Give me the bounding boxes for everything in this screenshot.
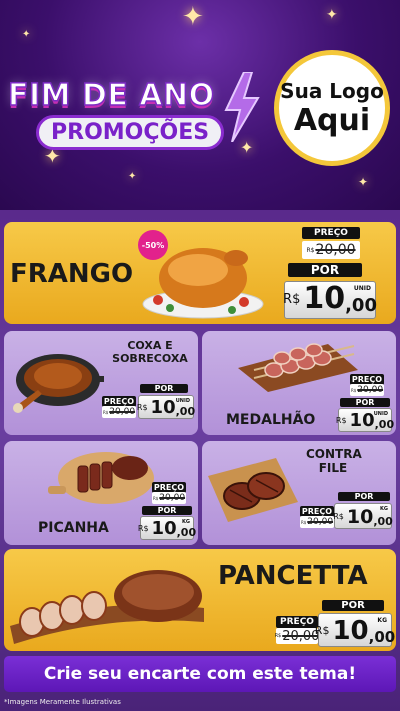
current-price: R$ 10 ,00 KG (137, 516, 197, 540)
current-price: R$ 10 ,00 UNID (283, 281, 377, 319)
currency-label: R$ (314, 623, 330, 637)
preco-label: PREÇO (302, 227, 360, 239)
discount-badge: -50% (138, 230, 168, 260)
product-name-line-2: FILE (318, 460, 348, 475)
price-integer: 10 (151, 518, 177, 539)
old-price-value: 20,00 (315, 242, 356, 258)
sparkle-icon: ✦ (22, 29, 31, 40)
lightning-bolt-icon (224, 72, 260, 142)
picanha-board-image (48, 452, 154, 504)
currency-label: R$ (136, 402, 148, 412)
header-banner: ✦ ✦ ✦ ✦ ✦ ✦ ✦ FIM DE ANO PROMOÇÕES Sua L… (0, 0, 400, 210)
title-line-2: PROMOÇÕES (36, 115, 225, 150)
currency-label: R$ (283, 291, 301, 307)
product-name: CONTRA FILE (306, 447, 362, 476)
sparkle-icon: ✦ (182, 2, 204, 32)
sparkle-icon: ✦ (358, 175, 369, 189)
product-name-line-2: SOBRECOXA (112, 351, 188, 365)
product-name-line-1: COXA E (127, 339, 173, 352)
old-price: R$ 20,00 (300, 516, 334, 528)
old-price: R$ 20,00 (350, 384, 384, 396)
unit-label: UNID (175, 398, 190, 404)
por-label: POR (338, 492, 390, 501)
preco-label: PREÇO (276, 616, 318, 628)
chicken-leg-pan-image (13, 354, 104, 413)
old-price: R$ 20,00 (274, 628, 319, 644)
price-integer: 10 (303, 281, 346, 316)
old-price-value: 20,00 (109, 407, 136, 417)
old-price-value: 20,00 (357, 385, 384, 395)
unit-label: KG (377, 617, 387, 624)
por-label: POR (288, 263, 362, 277)
price-integer: 10 (349, 410, 375, 431)
current-price: R$ 10 ,00 UNID (136, 395, 196, 419)
unit-label: KG (380, 506, 388, 512)
price-decimal: ,00 (345, 295, 377, 316)
currency-label: R$ (333, 511, 344, 521)
currency-label: R$ (350, 387, 357, 393)
price-integer: 10 (332, 616, 369, 646)
old-price-value: 20,00 (307, 517, 334, 527)
price-decimal: ,00 (374, 418, 395, 431)
logo-placeholder: Sua Logo Aqui (274, 50, 390, 166)
current-price: R$ 10 ,00 KG (314, 613, 395, 647)
price-decimal: ,00 (368, 628, 396, 646)
steak-board-image (208, 458, 298, 522)
old-price: R$ 20,00 (102, 406, 136, 418)
price-decimal: ,00 (175, 405, 196, 418)
currency-label: R$ (137, 523, 149, 533)
unit-label: UNID (353, 285, 371, 292)
current-price: R$ 10 ,00 UNID (335, 408, 395, 432)
currency-label: R$ (274, 633, 282, 639)
unit-label: UNID (373, 411, 388, 417)
currency-label: R$ (335, 415, 347, 425)
pancetta-board-image (10, 570, 204, 644)
price-decimal: ,00 (373, 515, 393, 528)
current-price: R$ 10 ,00 KG (333, 503, 393, 529)
product-name: PANCETTA (218, 561, 368, 591)
product-name-line-1: CONTRA (306, 447, 362, 461)
price-integer: 10 (346, 506, 374, 528)
unit-label: KG (182, 519, 190, 525)
sparkle-icon: ✦ (128, 171, 137, 182)
por-label: POR (322, 600, 384, 611)
product-name: FRANGO (10, 259, 134, 289)
por-label: POR (340, 398, 390, 407)
create-flyer-button[interactable]: Crie seu encarte com este tema! (4, 656, 396, 692)
product-name: PICANHA (38, 520, 109, 536)
logo-line-1: Sua Logo (280, 78, 384, 103)
currency-label: R$ (152, 495, 159, 501)
price-decimal: ,00 (176, 526, 197, 539)
currency-label: R$ (300, 519, 307, 525)
sparkle-icon: ✦ (326, 7, 338, 23)
por-label: POR (140, 384, 188, 393)
logo-line-2: Aqui (293, 102, 371, 138)
price-integer: 10 (150, 397, 176, 418)
product-name: COXA E SOBRECOXA (106, 339, 194, 365)
old-price-value: 20,00 (159, 493, 186, 503)
currency-label: R$ (306, 246, 315, 254)
medallion-skewers-image (238, 343, 358, 392)
old-price: R$ 20,00 (152, 492, 186, 504)
currency-label: R$ (102, 409, 109, 415)
disclaimer-text: *Imagens Meramente Ilustrativas (4, 698, 121, 706)
por-label: POR (142, 506, 192, 515)
old-price: R$ 20,00 (302, 241, 360, 259)
product-name: MEDALHÃO (226, 412, 316, 428)
